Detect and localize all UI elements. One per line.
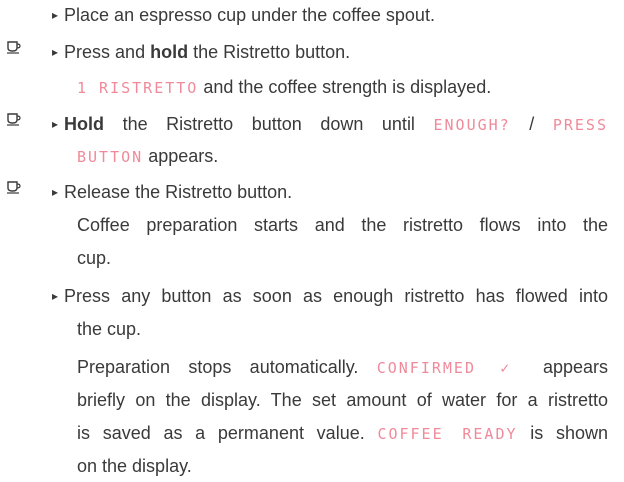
- instruction-page: ▸ Place an espresso cup under the coffee …: [0, 0, 624, 482]
- step-emphasis: hold: [150, 42, 189, 62]
- display-text: ENOUGH?: [433, 116, 511, 134]
- step-text: is shown: [517, 423, 608, 443]
- step-press-hold: ▸ Press and hold the Ristretto button.: [52, 41, 350, 63]
- result-ristretto-display: 1 RISTRETTO and the coffee strength is d…: [77, 76, 491, 99]
- step-text: the cup.: [77, 319, 142, 339]
- arrow-icon: ▸: [52, 45, 59, 59]
- step-text: Press and: [64, 42, 151, 62]
- coffee-cup-icon: [7, 113, 21, 126]
- step-hold-until: ▸ Hold the Ristretto button down until EN…: [52, 113, 608, 136]
- step-text: is saved as a permanent value.: [77, 423, 378, 443]
- step-text: briefly on the display. The set amount o…: [77, 390, 608, 410]
- result-line-3: is saved as a permanent value. COFFEE RE…: [77, 422, 608, 445]
- arrow-icon: ▸: [52, 185, 59, 199]
- step-hold-until-cont: BUTTON appears.: [77, 145, 218, 168]
- display-text: PRESS: [552, 116, 608, 134]
- arrow-icon: ▸: [52, 8, 59, 22]
- result-preparation-starts-cont: cup.: [77, 247, 111, 269]
- step-text: appears.: [143, 146, 219, 166]
- step-text: /: [510, 114, 553, 134]
- arrow-icon: ▸: [52, 117, 59, 131]
- step-press-any-button-cont: the cup.: [77, 318, 141, 340]
- step-text: on the display.: [77, 456, 192, 476]
- step-text: Press any button as soon as enough ristr…: [64, 286, 608, 306]
- step-text: Coffee preparation starts and the ristre…: [77, 215, 608, 235]
- step-text: appears: [524, 357, 608, 377]
- step-place-cup: ▸ Place an espresso cup under the coffee …: [52, 4, 435, 26]
- coffee-cup-icon: [7, 41, 21, 54]
- display-text: 1 RISTRETTO: [77, 79, 199, 97]
- result-line-1: Preparation stops automatically. CONFIRM…: [77, 356, 608, 379]
- arrow-icon: ▸: [52, 289, 59, 303]
- step-release: ▸ Release the Ristretto button.: [52, 181, 292, 203]
- step-text: Preparation stops automatically.: [77, 357, 377, 377]
- result-line-2: briefly on the display. The set amount o…: [77, 389, 608, 411]
- display-text: COFFEE READY: [377, 425, 518, 443]
- step-emphasis: Hold: [64, 114, 105, 134]
- step-text: and the coffee strength is displayed.: [198, 77, 492, 97]
- display-text: CONFIRMED ✓: [376, 359, 525, 377]
- result-line-4: on the display.: [77, 455, 192, 477]
- step-press-any-button: ▸ Press any button as soon as enough rist…: [52, 285, 608, 307]
- coffee-cup-icon: [7, 181, 21, 194]
- step-text: the Ristretto button.: [188, 42, 351, 62]
- step-text: Release the Ristretto button.: [64, 182, 293, 202]
- step-text: Place an espresso cup under the coffee s…: [64, 5, 435, 25]
- result-preparation-starts: Coffee preparation starts and the ristre…: [77, 214, 608, 236]
- display-text: BUTTON: [77, 148, 144, 166]
- step-text: cup.: [77, 248, 112, 268]
- step-text: the Ristretto button down until: [104, 114, 434, 134]
